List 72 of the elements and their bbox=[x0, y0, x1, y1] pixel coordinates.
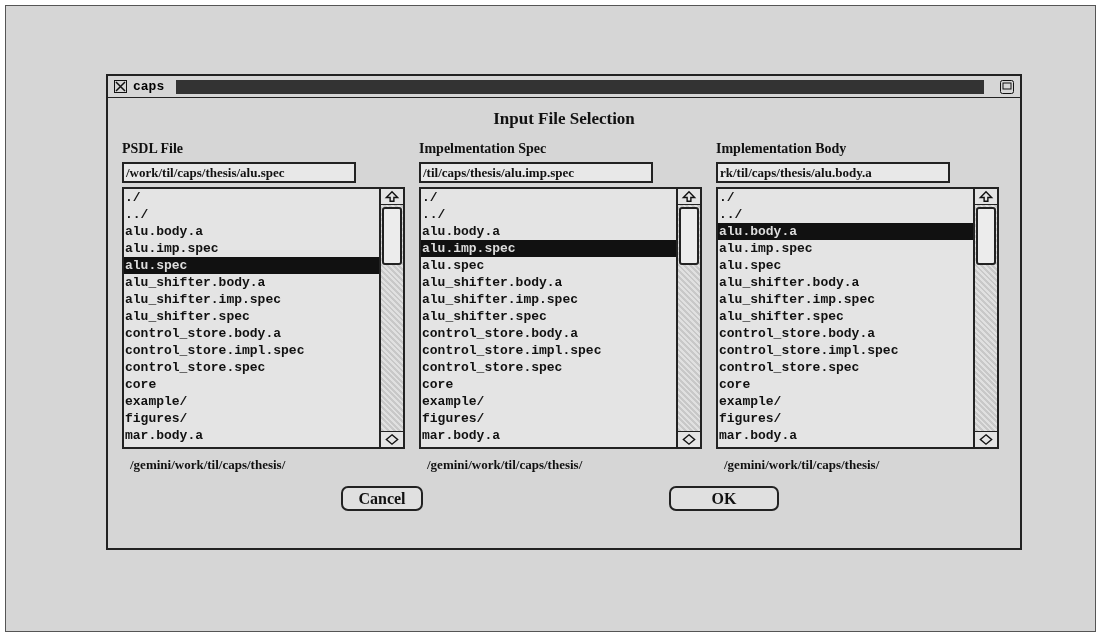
input-field[interactable]: /work/til/caps/thesis/alu.spec bbox=[122, 161, 356, 183]
file-list-item[interactable]: alu_shifter.imp.spec bbox=[124, 290, 379, 308]
file-list-item[interactable]: ./ bbox=[718, 188, 973, 206]
scroll-down-icon[interactable] bbox=[381, 430, 403, 447]
column-heading: Impelmentation Spec bbox=[419, 139, 547, 158]
file-list-item[interactable]: example/ bbox=[421, 392, 676, 410]
ok-button[interactable]: OK bbox=[669, 486, 779, 511]
file-list-item[interactable]: alu.spec bbox=[421, 256, 676, 274]
file-list-item[interactable]: control_store.spec bbox=[421, 358, 676, 376]
file-list-item[interactable]: alu_shifter.spec bbox=[718, 307, 973, 325]
file-list-item[interactable]: alu.imp.spec bbox=[421, 239, 676, 257]
file-list-item[interactable]: alu_shifter.spec bbox=[124, 307, 379, 325]
dialog-title: Input File Selection bbox=[493, 108, 635, 130]
column-heading: Implementation Body bbox=[716, 139, 847, 158]
scroll-up-icon[interactable] bbox=[381, 188, 403, 205]
column-heading: PSDL File bbox=[122, 139, 184, 158]
file-list-item[interactable]: alu_shifter.imp.spec bbox=[421, 290, 676, 308]
scroll-down-icon[interactable] bbox=[678, 430, 700, 447]
file-list-item[interactable]: alu.spec bbox=[124, 256, 379, 274]
scroll-bar[interactable] bbox=[973, 188, 997, 447]
file-list-item[interactable]: alu_shifter.body.a bbox=[124, 273, 379, 291]
scroll-down-icon[interactable] bbox=[975, 430, 997, 447]
close-box-icon[interactable] bbox=[114, 80, 127, 93]
file-list-item[interactable]: alu.spec bbox=[718, 256, 973, 274]
directory-path: /gemini/work/til/caps/thesis/ bbox=[427, 455, 583, 474]
file-list-item[interactable]: control_store.body.a bbox=[124, 324, 379, 342]
file-list-item[interactable]: core bbox=[421, 375, 676, 393]
file-list-item[interactable]: alu.imp.spec bbox=[718, 239, 973, 257]
scroll-up-icon[interactable] bbox=[975, 188, 997, 205]
file-list-item[interactable]: alu.body.a bbox=[124, 222, 379, 240]
file-list-item[interactable]: alu_shifter.imp.spec bbox=[718, 290, 973, 308]
scroll-thumb[interactable] bbox=[976, 206, 996, 265]
file-list-item[interactable]: control_store.impl.spec bbox=[124, 341, 379, 359]
input-field[interactable]: rk/til/caps/thesis/alu.body.a bbox=[716, 161, 950, 183]
file-list-item[interactable]: alu_shifter.body.a bbox=[421, 273, 676, 291]
file-list-item[interactable]: ./ bbox=[124, 188, 379, 206]
directory-path: /gemini/work/til/caps/thesis/ bbox=[724, 455, 880, 474]
cancel-button[interactable]: Cancel bbox=[341, 486, 423, 511]
file-list-item[interactable]: example/ bbox=[718, 392, 973, 410]
file-list-item[interactable]: figures/ bbox=[124, 409, 379, 427]
file-list-item[interactable]: control_store.spec bbox=[124, 358, 379, 376]
file-list-item[interactable]: ../ bbox=[718, 205, 973, 223]
file-list-item[interactable]: ../ bbox=[124, 205, 379, 223]
scroll-up-icon[interactable] bbox=[678, 188, 700, 205]
file-list-item[interactable]: alu.imp.spec bbox=[124, 239, 379, 257]
file-list-item[interactable]: control_store.body.a bbox=[718, 324, 973, 342]
file-list-item[interactable]: control_store.impl.spec bbox=[421, 341, 676, 359]
file-list-item[interactable]: alu.body.a bbox=[718, 222, 973, 240]
file-list-item[interactable]: mar.body.a bbox=[124, 426, 379, 444]
resize-box-icon[interactable] bbox=[1000, 79, 1014, 94]
file-list-item[interactable]: ../ bbox=[421, 205, 676, 223]
file-list-item[interactable]: alu_shifter.body.a bbox=[718, 273, 973, 291]
scroll-bar[interactable] bbox=[676, 188, 700, 447]
scroll-thumb[interactable] bbox=[382, 206, 402, 265]
input-field[interactable]: /til/caps/thesis/alu.imp.spec bbox=[419, 161, 653, 183]
file-list-item[interactable]: control_store.body.a bbox=[421, 324, 676, 342]
file-list-item[interactable]: ./ bbox=[421, 188, 676, 206]
file-list-item[interactable]: figures/ bbox=[421, 409, 676, 427]
directory-path: /gemini/work/til/caps/thesis/ bbox=[130, 455, 286, 474]
file-list-item[interactable]: example/ bbox=[124, 392, 379, 410]
scroll-thumb[interactable] bbox=[679, 206, 699, 265]
window-title: caps bbox=[133, 77, 165, 96]
file-list-item[interactable]: control_store.spec bbox=[718, 358, 973, 376]
file-list-item[interactable]: control_store.impl.spec bbox=[718, 341, 973, 359]
file-list-item[interactable]: core bbox=[124, 375, 379, 393]
file-list-item[interactable]: alu.body.a bbox=[421, 222, 676, 240]
file-list-item[interactable]: figures/ bbox=[718, 409, 973, 427]
file-list-item[interactable]: mar.body.a bbox=[421, 426, 676, 444]
file-list-item[interactable]: alu_shifter.spec bbox=[421, 307, 676, 325]
file-list-item[interactable]: mar.body.a bbox=[718, 426, 973, 444]
file-list-item[interactable]: core bbox=[718, 375, 973, 393]
scroll-bar[interactable] bbox=[379, 188, 403, 447]
